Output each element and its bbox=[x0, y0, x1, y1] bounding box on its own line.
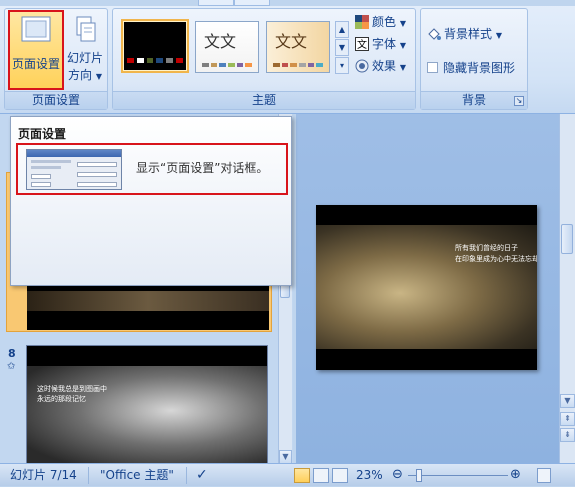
dialog-row bbox=[31, 160, 71, 163]
zoom-out-icon[interactable]: ⊖ bbox=[392, 464, 403, 487]
tab-edge bbox=[234, 0, 270, 6]
fonts-label: 字体 bbox=[372, 37, 397, 51]
page-setup-group: 页面设置 幻灯片 方向 ▼ 页面设置 bbox=[4, 8, 108, 110]
zoom-slider-thumb[interactable] bbox=[416, 469, 422, 482]
effects-icon bbox=[355, 59, 369, 73]
main-pane-scrollbar[interactable]: ▼ ⇞ ⇟ bbox=[559, 114, 575, 464]
hide-background-label: 隐藏背景图形 bbox=[443, 61, 516, 75]
page-setup-group-label: 页面设置 bbox=[5, 91, 107, 109]
divider bbox=[88, 467, 89, 484]
checkbox-icon bbox=[427, 62, 438, 73]
slide-orientation-button[interactable]: 幻灯片 方向 ▼ bbox=[65, 12, 105, 90]
tooltip-highlight-box: 显示“页面设置”对话框。 bbox=[16, 143, 288, 195]
chevron-down-icon: ▼ bbox=[399, 19, 406, 28]
scroll-down-button[interactable]: ▼ bbox=[279, 450, 292, 464]
main-slide-text-line1: 所有我们曾经的日子 bbox=[455, 244, 518, 252]
divider bbox=[186, 467, 187, 484]
main-slide[interactable]: 所有我们曾经的日子 在印象里成为心中无法忘却的画面 bbox=[316, 205, 537, 370]
spell-check-icon[interactable]: ✓ bbox=[196, 464, 208, 487]
background-group: 背景样式 ▼ 隐藏背景图形 背景 ↘ bbox=[420, 8, 528, 110]
previous-slide-button[interactable]: ⇞ bbox=[560, 412, 575, 426]
theme-light[interactable]: 文文 bbox=[195, 21, 259, 73]
slide-position: 幻灯片 7/14 bbox=[10, 468, 77, 482]
page-setup-tooltip: 页面设置 显示“页面设置”对话框。 bbox=[10, 116, 292, 286]
ribbon-top-strip bbox=[0, 0, 575, 6]
theme-color-swatches bbox=[202, 63, 253, 67]
theme-warm[interactable]: 文文 bbox=[266, 21, 330, 73]
dialog-field bbox=[77, 182, 117, 187]
zoom-level[interactable]: 23% bbox=[356, 464, 383, 487]
chevron-down-icon: ▼ bbox=[399, 41, 406, 50]
theme-effects-button[interactable]: 效果 ▼ bbox=[355, 57, 406, 75]
theme-colors-button[interactable]: 颜色 ▼ bbox=[355, 13, 406, 31]
theme-name[interactable]: "Office 主题" bbox=[100, 464, 174, 487]
font-icon: 文 bbox=[355, 37, 369, 51]
dialog-field bbox=[31, 174, 51, 179]
theme-color-swatches bbox=[273, 63, 324, 67]
slide-photo bbox=[27, 291, 269, 311]
palette-icon bbox=[355, 15, 369, 29]
gallery-up-button[interactable]: ▲ bbox=[335, 21, 349, 38]
page-setup-dialog-preview bbox=[26, 149, 122, 190]
dialog-row bbox=[31, 166, 61, 169]
star-icon: ✩ bbox=[7, 361, 16, 372]
theme-sample-text: 文文 bbox=[204, 32, 237, 51]
dialog-titlebar bbox=[27, 150, 121, 157]
slide-photo bbox=[27, 366, 267, 465]
theme-sample-text: 文文 bbox=[275, 32, 308, 51]
page-setup-button[interactable]: 页面设置 bbox=[8, 10, 64, 90]
slide-number: 8 bbox=[8, 347, 16, 360]
theme-office[interactable] bbox=[121, 19, 189, 73]
main-slide-text-line2: 在印象里成为心中无法忘却的画面 bbox=[455, 255, 537, 263]
gallery-down-button[interactable]: ▼ bbox=[335, 39, 349, 56]
paint-bucket-icon bbox=[428, 28, 441, 40]
orientation-label-line2: 方向 ▼ bbox=[68, 68, 102, 82]
dialog-field bbox=[77, 162, 117, 167]
slide-sorter-view-button[interactable] bbox=[313, 468, 329, 483]
svg-text:文: 文 bbox=[357, 38, 367, 51]
normal-view-button[interactable] bbox=[294, 468, 310, 483]
theme-gallery-scroll: ▲ ▼ ▾ bbox=[335, 21, 349, 75]
status-bar: 幻灯片 7/14 "Office 主题" ✓ 23% ⊖ ⊕ bbox=[0, 463, 575, 486]
colors-label: 颜色 bbox=[372, 15, 397, 29]
orientation-label-line1: 幻灯片 bbox=[66, 51, 103, 65]
background-group-label: 背景 bbox=[421, 91, 527, 109]
chevron-down-icon: ▼ bbox=[399, 63, 406, 72]
slide8-text-line2: 永远的那段记忆 bbox=[37, 395, 86, 403]
slide-8-thumbnail[interactable]: 这时候我总是到图画中 永远的那段记忆 bbox=[26, 345, 268, 465]
background-styles-label: 背景样式 bbox=[444, 27, 493, 41]
chevron-down-icon: ▼ bbox=[495, 31, 502, 40]
theme-fonts-button[interactable]: 文字体 ▼ bbox=[355, 35, 406, 53]
dialog-launcher-icon[interactable]: ↘ bbox=[514, 96, 524, 106]
tooltip-title: 页面设置 bbox=[18, 127, 67, 141]
page-setup-label: 页面设置 bbox=[11, 57, 60, 71]
dialog-field bbox=[77, 172, 117, 177]
themes-group: 文文 文文 ▲ ▼ ▾ 颜色 ▼ 文字体 ▼ 效果 ▼ 主题 bbox=[112, 8, 416, 110]
ribbon: 页面设置 幻灯片 方向 ▼ 页面设置 文文 文文 ▲ ▼ ▾ 颜色 ▼ 文 字体… bbox=[0, 0, 575, 114]
fit-to-window-icon[interactable] bbox=[537, 468, 551, 483]
scroll-thumb[interactable] bbox=[280, 284, 290, 298]
zoom-in-icon[interactable]: ⊕ bbox=[510, 464, 521, 487]
scroll-down-button[interactable]: ▼ bbox=[560, 394, 575, 408]
zoom-slider[interactable] bbox=[408, 475, 508, 476]
tooltip-description: 显示“页面设置”对话框。 bbox=[136, 161, 269, 175]
main-slide-pane: 所有我们曾经的日子 在印象里成为心中无法忘却的画面 ▼ ⇞ ⇟ bbox=[296, 114, 575, 464]
hide-background-checkbox[interactable]: 隐藏背景图形 bbox=[427, 59, 515, 77]
dialog-field bbox=[31, 182, 51, 187]
background-styles-button[interactable]: 背景样式 ▼ bbox=[427, 25, 502, 43]
tab-edge bbox=[198, 0, 234, 6]
chevron-down-icon: ▼ bbox=[95, 72, 102, 81]
gallery-more-button[interactable]: ▾ bbox=[335, 57, 349, 74]
theme-color-swatches bbox=[127, 58, 183, 63]
next-slide-button[interactable]: ⇟ bbox=[560, 428, 575, 442]
orientation-icon bbox=[76, 16, 96, 42]
scroll-thumb[interactable] bbox=[561, 224, 573, 254]
themes-group-label: 主题 bbox=[113, 91, 415, 109]
page-setup-icon bbox=[21, 16, 51, 42]
effects-label: 效果 bbox=[372, 59, 397, 73]
slideshow-view-button[interactable] bbox=[332, 468, 348, 483]
slide8-text-line1: 这时候我总是到图画中 bbox=[37, 385, 107, 393]
